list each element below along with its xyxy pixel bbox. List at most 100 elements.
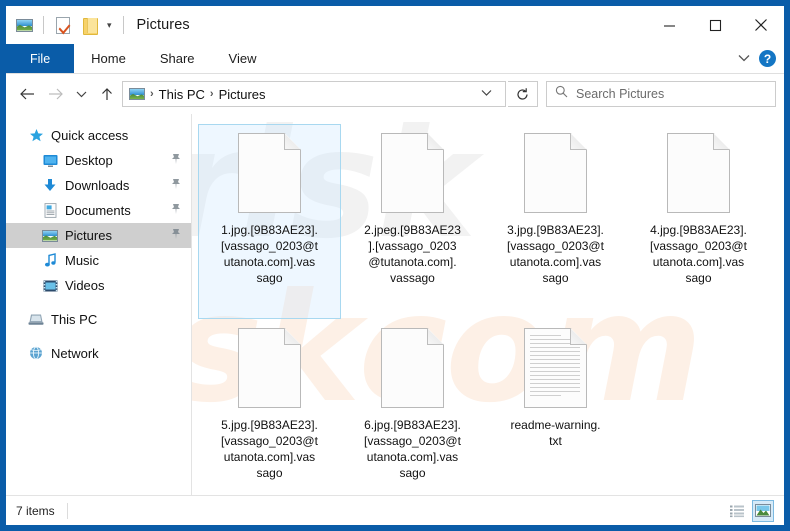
search-box[interactable]: Search Pictures (546, 81, 776, 107)
file-item[interactable]: 2.jpeg.[9B83AE23 ].[vassago_0203 @tutano… (341, 124, 484, 319)
download-icon (42, 178, 58, 194)
chevron-down-icon[interactable] (737, 50, 751, 68)
file-name: readme-warning. txt (510, 418, 601, 448)
file-explorer-window: ▾ Pictures File Home Share View ? › This… (0, 0, 790, 531)
properties-icon[interactable] (53, 15, 73, 35)
search-icon (555, 85, 568, 103)
sidebar-label: Quick access (51, 128, 129, 143)
sidebar-label: This PC (51, 312, 98, 327)
sidebar-item-documents[interactable]: Documents (6, 198, 191, 223)
picture-icon (14, 15, 34, 35)
file-item[interactable]: 1.jpg.[9B83AE23]. [vassago_0203@t utanot… (198, 124, 341, 319)
sidebar-item-desktop[interactable]: Desktop (6, 148, 191, 173)
breadcrumb-this-pc[interactable]: This PC (156, 87, 208, 102)
breadcrumb-separator: › (209, 88, 214, 100)
file-item[interactable]: 3.jpg.[9B83AE23]. [vassago_0203@t utanot… (484, 124, 627, 319)
ribbon-right-controls: ? (737, 44, 784, 73)
explorer-body: Quick access Desktop Downloads Documents… (6, 114, 784, 495)
sidebar-item-music[interactable]: Music (6, 248, 191, 273)
text-file-icon (524, 328, 587, 408)
file-name: 4.jpg.[9B83AE23]. [vassago_0203@t utanot… (650, 223, 747, 285)
sidebar-label: Network (51, 346, 99, 361)
large-icons-view-icon[interactable] (752, 499, 774, 522)
close-icon[interactable] (738, 6, 784, 44)
file-list-pane[interactable]: risk riskcom 1.jpg.[9B83AE23]. [vassago_… (192, 114, 784, 495)
file-item[interactable]: 5.jpg.[9B83AE23]. [vassago_0203@t utanot… (198, 319, 341, 495)
sidebar-label: Videos (65, 278, 105, 293)
window-title: Pictures (136, 17, 190, 33)
tab-home[interactable]: Home (74, 44, 143, 73)
tab-view[interactable]: View (212, 44, 274, 73)
sidebar-item-this-pc[interactable]: This PC (6, 307, 191, 332)
back-button[interactable] (14, 81, 40, 107)
quick-access-toolbar: ▾ (6, 6, 127, 44)
ribbon-tabs: File Home Share View ? (6, 44, 784, 74)
file-name: 1.jpg.[9B83AE23]. [vassago_0203@t utanot… (221, 223, 318, 285)
generic-file-icon (524, 133, 587, 213)
pin-icon[interactable] (170, 228, 181, 243)
computer-icon (28, 312, 44, 328)
help-icon[interactable]: ? (759, 50, 776, 67)
pin-icon[interactable] (170, 153, 181, 168)
picture-icon (129, 88, 145, 100)
tab-file[interactable]: File (6, 44, 75, 73)
network-icon (28, 346, 44, 362)
maximize-icon[interactable] (692, 6, 738, 44)
file-name: 3.jpg.[9B83AE23]. [vassago_0203@t utanot… (507, 223, 604, 285)
new-folder-icon[interactable] (79, 15, 99, 35)
recent-locations-button[interactable] (70, 81, 92, 107)
forward-button[interactable] (42, 81, 68, 107)
up-button[interactable] (94, 81, 120, 107)
search-input[interactable]: Search Pictures (576, 87, 664, 101)
window-controls (646, 6, 784, 44)
details-view-icon[interactable] (726, 500, 748, 522)
title-bar: ▾ Pictures (6, 6, 784, 44)
picture-icon (42, 228, 58, 244)
file-name: 5.jpg.[9B83AE23]. [vassago_0203@t utanot… (221, 418, 318, 480)
sidebar-item-videos[interactable]: Videos (6, 273, 191, 298)
status-bar: 7 items (6, 495, 784, 525)
customize-caret-icon[interactable]: ▾ (105, 20, 114, 31)
generic-file-icon (238, 328, 301, 408)
address-bar-row: › This PC › Pictures Search Pictures (6, 74, 784, 114)
pin-icon[interactable] (170, 178, 181, 193)
item-count-label: 7 items (16, 503, 55, 518)
music-note-icon (42, 253, 58, 269)
file-grid: 1.jpg.[9B83AE23]. [vassago_0203@t utanot… (192, 114, 784, 495)
sidebar-label: Music (65, 253, 99, 268)
sidebar-label: Pictures (65, 228, 112, 243)
desktop-icon (42, 153, 58, 169)
sidebar-label: Desktop (65, 153, 113, 168)
star-icon (28, 128, 44, 144)
breadcrumb-pictures[interactable]: Pictures (216, 87, 269, 102)
divider (66, 502, 68, 519)
minimize-icon[interactable] (646, 6, 692, 44)
sidebar-item-quick-access[interactable]: Quick access (6, 123, 191, 148)
divider (43, 16, 44, 34)
address-bar[interactable]: › This PC › Pictures (122, 81, 506, 107)
pin-icon[interactable] (170, 203, 181, 218)
file-item[interactable]: readme-warning. txt (484, 319, 627, 495)
sidebar-item-network[interactable]: Network (6, 341, 191, 366)
sidebar-label: Downloads (65, 178, 130, 193)
view-buttons (726, 499, 774, 522)
generic-file-icon (238, 133, 301, 213)
navigation-pane: Quick access Desktop Downloads Documents… (6, 114, 192, 495)
generic-file-icon (381, 328, 444, 408)
sidebar-item-downloads[interactable]: Downloads (6, 173, 191, 198)
generic-file-icon (381, 133, 444, 213)
file-name: 6.jpg.[9B83AE23]. [vassago_0203@t utanot… (364, 418, 461, 480)
document-icon (42, 203, 58, 219)
file-item[interactable]: 4.jpg.[9B83AE23]. [vassago_0203@t utanot… (627, 124, 770, 319)
file-name: 2.jpeg.[9B83AE23 ].[vassago_0203 @tutano… (364, 223, 461, 285)
address-dropdown-icon[interactable] (472, 88, 501, 100)
file-item[interactable]: 6.jpg.[9B83AE23]. [vassago_0203@t utanot… (341, 319, 484, 495)
generic-file-icon (667, 133, 730, 213)
divider (122, 16, 124, 34)
breadcrumb-separator: › (150, 88, 154, 100)
tab-share[interactable]: Share (143, 44, 212, 73)
refresh-button[interactable] (508, 81, 538, 107)
sidebar-item-pictures[interactable]: Pictures (6, 223, 191, 248)
